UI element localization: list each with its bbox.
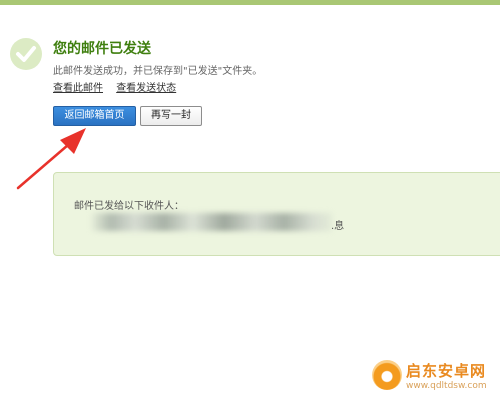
site-watermark: 启东安卓网 www.qdltdsw.com <box>372 356 496 396</box>
watermark-url: www.qdltdsw.com <box>406 381 487 391</box>
watermark-name: 启东安卓网 <box>406 362 487 380</box>
redacted-recipient-address <box>92 213 332 231</box>
recipient-panel-label: 邮件已发给以下收件人： <box>74 201 184 212</box>
recipient-panel: 邮件已发给以下收件人： .息 <box>53 172 500 256</box>
recipient-suffix: .息 <box>331 221 345 232</box>
watermark-logo-icon <box>372 360 402 390</box>
